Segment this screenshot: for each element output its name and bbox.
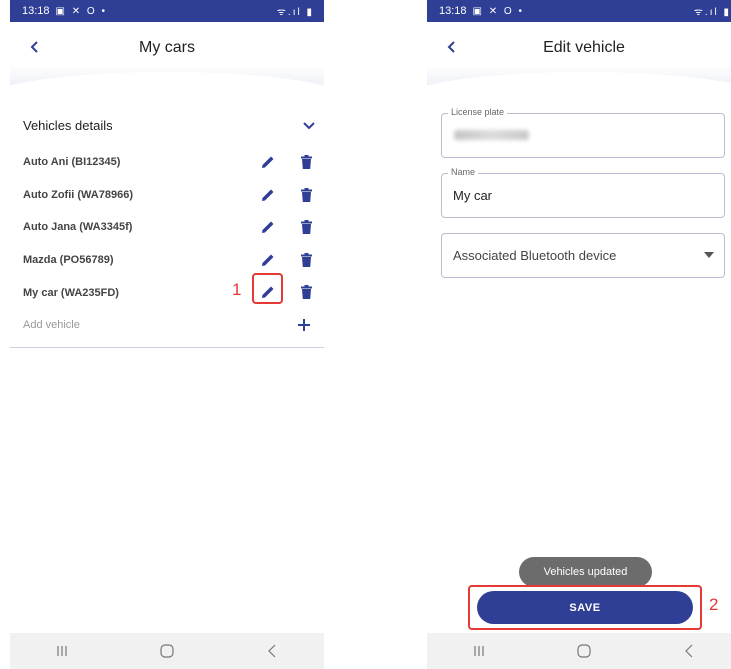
name-label: Name <box>448 167 479 177</box>
name-field[interactable]: Name My car <box>441 167 725 218</box>
callout-number: 2 <box>709 595 719 614</box>
bluetooth-select-label: Associated Bluetooth device <box>453 248 617 263</box>
toast-message: Vehicles updated <box>519 557 652 587</box>
dropdown-arrow-icon <box>704 252 714 258</box>
edit-vehicle-button[interactable] <box>257 184 279 206</box>
vehicle-row: Auto Jana (WA3345f) <box>10 211 324 244</box>
edit-vehicle-screen: 13:18 ▣ ✕ O • ᯤ.ıl ▮ Edit vehicle Licens… <box>427 0 731 669</box>
app-header: Edit vehicle <box>427 22 731 132</box>
back-button[interactable] <box>441 36 463 58</box>
save-callout-box <box>468 585 702 630</box>
chevron-left-icon <box>267 644 276 658</box>
recents-button[interactable] <box>449 636 509 666</box>
edit-vehicle-button[interactable] <box>257 151 279 173</box>
delete-vehicle-button[interactable] <box>295 249 317 271</box>
trash-icon <box>300 155 312 169</box>
pencil-icon <box>262 189 274 201</box>
app-header: My cars <box>10 22 324 132</box>
status-time: 13:18 <box>439 5 467 17</box>
status-time: 13:18 <box>22 5 50 17</box>
delete-vehicle-button[interactable] <box>295 151 317 173</box>
edit-vehicle-button[interactable] <box>257 249 279 271</box>
delete-vehicle-button[interactable] <box>295 281 317 303</box>
trash-icon <box>300 187 312 202</box>
vehicle-row: Auto Zofii (WA78966) <box>10 179 324 212</box>
my-cars-screen: 13:18 ▣ ✕ O • ᯤ.ıl ▮ My cars Vehicles de… <box>10 0 324 669</box>
vehicle-list: Auto Ani (BI12345) Auto Zofii (WA78966) … <box>10 146 324 348</box>
callout-number: 1 <box>232 280 242 299</box>
recents-icon <box>474 646 484 656</box>
status-notification-icons: ▣ ✕ O • <box>472 5 524 17</box>
add-vehicle-button[interactable] <box>293 314 315 336</box>
status-signal-icons: ᯤ.ıl ▮ <box>276 7 314 18</box>
home-button[interactable] <box>137 636 197 666</box>
chevron-left-icon <box>684 644 693 658</box>
delete-vehicle-button[interactable] <box>295 216 317 238</box>
pencil-icon <box>262 254 274 266</box>
edit-vehicle-button[interactable] <box>257 216 279 238</box>
page-title: My cars <box>139 39 195 56</box>
system-back-button[interactable] <box>659 636 719 666</box>
plus-icon <box>298 318 310 331</box>
status-signal-icons: ᯤ.ıl ▮ <box>693 7 731 18</box>
name-value: My car <box>453 188 492 203</box>
pencil-icon <box>262 221 274 234</box>
back-icon <box>447 41 455 53</box>
vehicle-label: Auto Zofii (WA78966) <box>23 188 134 201</box>
home-icon <box>160 644 174 658</box>
vehicle-row: Mazda (PO56789) <box>10 244 324 277</box>
recents-button[interactable] <box>32 636 92 666</box>
vehicle-label: Auto Ani (BI12345) <box>23 156 121 169</box>
system-navigation-bar <box>427 633 731 669</box>
status-notification-icons: ▣ ✕ O • <box>55 5 107 17</box>
system-back-button[interactable] <box>242 636 302 666</box>
delete-vehicle-button[interactable] <box>295 184 317 206</box>
vehicle-label: Auto Jana (WA3345f) <box>23 221 133 234</box>
status-bar: 13:18 ▣ ✕ O • ᯤ.ıl ▮ <box>10 0 324 22</box>
section-label: Vehicles details <box>23 118 113 133</box>
home-icon <box>577 644 591 658</box>
trash-icon <box>300 252 312 267</box>
add-vehicle-row[interactable]: Add vehicle <box>10 309 324 341</box>
back-button[interactable] <box>24 36 46 58</box>
home-button[interactable] <box>554 636 614 666</box>
license-plate-field[interactable]: License plate <box>441 107 725 158</box>
vehicles-details-toggle[interactable]: Vehicles details <box>23 118 315 133</box>
back-icon <box>30 41 38 53</box>
bluetooth-device-select[interactable]: Associated Bluetooth device <box>441 233 725 278</box>
trash-icon <box>300 285 312 300</box>
system-navigation-bar <box>10 633 324 669</box>
edit-callout-box <box>252 273 283 304</box>
trash-icon <box>300 220 312 235</box>
chevron-down-icon <box>303 121 315 129</box>
page-title: Edit vehicle <box>543 39 625 56</box>
vehicle-label: My car (WA235FD) <box>23 286 119 299</box>
vehicle-label: Mazda (PO56789) <box>23 254 114 267</box>
status-bar: 13:18 ▣ ✕ O • ᯤ.ıl ▮ <box>427 0 731 22</box>
add-vehicle-label: Add vehicle <box>23 318 80 331</box>
vehicle-row: Auto Ani (BI12345) <box>10 146 324 179</box>
recents-icon <box>57 646 67 656</box>
license-plate-label: License plate <box>448 107 508 117</box>
pencil-icon <box>262 156 274 168</box>
license-plate-redacted-value <box>454 130 529 140</box>
